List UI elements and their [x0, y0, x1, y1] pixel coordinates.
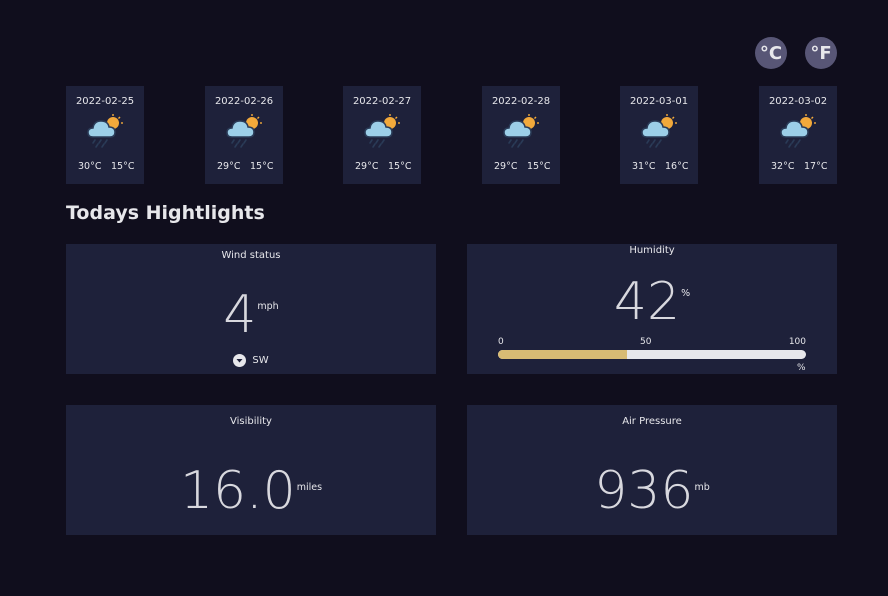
forecast-min-temp: 15°C [527, 161, 551, 172]
forecast-day-card: 2022-02-26 29°C 15°C [205, 86, 283, 184]
rain-sun-cloud-icon [503, 114, 539, 148]
rain-sun-cloud-icon [226, 114, 262, 148]
wind-direction-icon [233, 354, 247, 367]
forecast-min-temp: 15°C [111, 161, 135, 172]
forecast-row: 2022-02-25 30°C 15°C 2022-02-26 29°C 15°… [66, 86, 837, 184]
rain-sun-cloud-icon [641, 114, 677, 148]
wind-value-group: 4 mph [66, 289, 436, 341]
rain-sun-cloud-icon [87, 114, 123, 148]
forecast-date: 2022-02-26 [214, 96, 274, 107]
humidity-card: Humidity 42 % 0 50 100 % [467, 244, 837, 374]
visibility-unit: miles [296, 482, 323, 493]
humidity-scale-min: 0 [498, 337, 504, 347]
humidity-progress-bar [498, 350, 806, 359]
forecast-date: 2022-02-25 [75, 96, 135, 107]
fahrenheit-toggle-button[interactable]: °F [805, 37, 837, 69]
humidity-scale-mid: 50 [640, 337, 652, 347]
air-pressure-unit: mb [694, 482, 710, 493]
rain-sun-cloud-icon [364, 114, 400, 148]
forecast-min-temp: 15°C [388, 161, 412, 172]
wind-direction: SW [66, 354, 436, 367]
wind-direction-label: SW [252, 355, 269, 366]
air-pressure-card: Air Pressure 936 mb [467, 405, 837, 535]
visibility-value-group: 16.0 miles [66, 465, 436, 517]
humidity-value: 42 [613, 272, 681, 332]
humidity-unit: % [681, 288, 691, 299]
forecast-day-card: 2022-02-25 30°C 15°C [66, 86, 144, 184]
celsius-toggle-button[interactable]: °C [755, 37, 787, 69]
humidity-value-group: 42 % [467, 276, 837, 328]
forecast-max-temp: 29°C [355, 161, 379, 172]
air-pressure-value: 936 [594, 461, 694, 521]
forecast-date: 2022-02-28 [491, 96, 551, 107]
forecast-date: 2022-03-02 [768, 96, 828, 107]
humidity-scale: 0 50 100 [498, 337, 806, 349]
forecast-min-temp: 15°C [250, 161, 274, 172]
visibility-value: 16.0 [179, 461, 296, 521]
forecast-day-card: 2022-03-02 32°C 17°C [759, 86, 837, 184]
forecast-day-card: 2022-03-01 31°C 16°C [620, 86, 698, 184]
highlights-title: Todays Hightlights [66, 202, 265, 224]
wind-speed-unit: mph [257, 301, 279, 312]
forecast-max-temp: 31°C [632, 161, 656, 172]
humidity-progress-fill [498, 350, 628, 359]
forecast-date: 2022-03-01 [629, 96, 689, 107]
air-pressure-label: Air Pressure [622, 416, 682, 427]
wind-status-label: Wind status [221, 250, 281, 261]
forecast-day-card: 2022-02-27 29°C 15°C [343, 86, 421, 184]
forecast-day-card: 2022-02-28 29°C 15°C [482, 86, 560, 184]
forecast-max-temp: 30°C [78, 161, 102, 172]
visibility-label: Visibility [230, 416, 272, 427]
forecast-max-temp: 29°C [494, 161, 518, 172]
humidity-label: Humidity [629, 245, 675, 256]
air-pressure-value-group: 936 mb [467, 465, 837, 517]
wind-status-card: Wind status 4 mph SW [66, 244, 436, 374]
forecast-min-temp: 16°C [665, 161, 689, 172]
forecast-max-temp: 29°C [217, 161, 241, 172]
visibility-card: Visibility 16.0 miles [66, 405, 436, 535]
forecast-max-temp: 32°C [771, 161, 795, 172]
forecast-min-temp: 17°C [804, 161, 828, 172]
wind-speed-value: 4 [223, 285, 257, 345]
humidity-scale-max: 100 [788, 337, 806, 347]
forecast-date: 2022-02-27 [352, 96, 412, 107]
rain-sun-cloud-icon [780, 114, 816, 148]
humidity-scale-unit: % [797, 363, 806, 373]
